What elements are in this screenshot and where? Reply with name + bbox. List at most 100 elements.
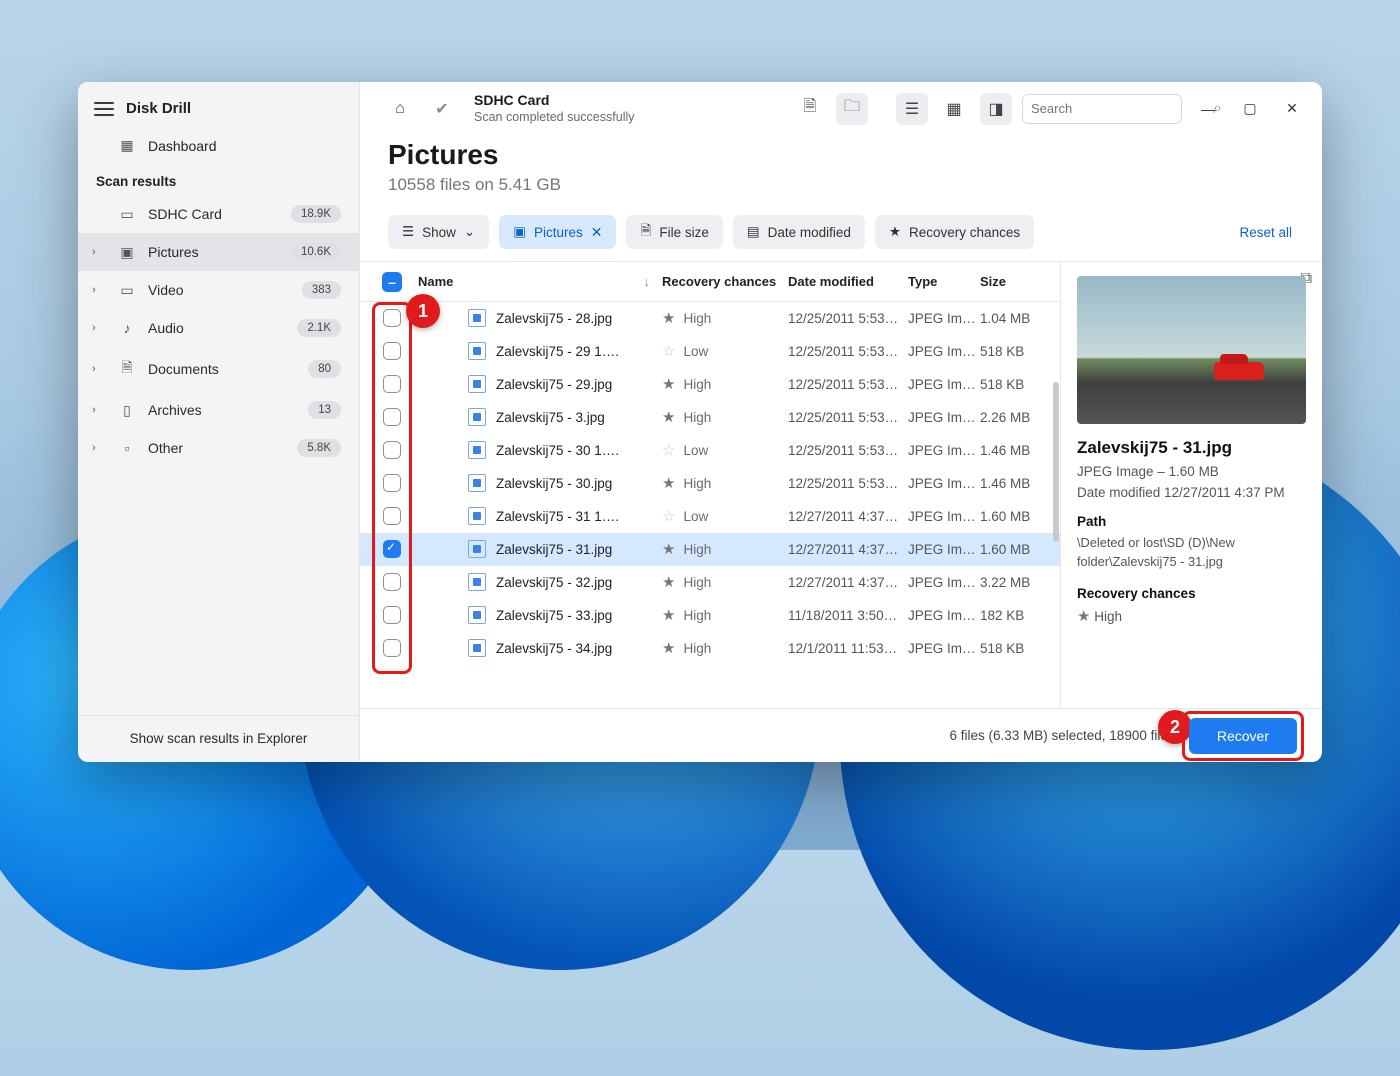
- recovery-value: High: [683, 608, 711, 623]
- close-button[interactable]: ✕: [1276, 95, 1308, 123]
- table-row[interactable]: Zalevskij75 - 34.jpg★High12/1/2011 11:53…: [360, 632, 1060, 665]
- count-badge: 18.9K: [291, 205, 341, 223]
- file-size: 1.04 MB: [980, 311, 1054, 326]
- sidebar-item-video[interactable]: ›▭Video383: [78, 271, 359, 309]
- table-row[interactable]: Zalevskij75 - 30.jpg★High12/25/2011 5:53…: [360, 467, 1060, 500]
- file-name: Zalevskij75 - 30 1….: [496, 443, 619, 458]
- col-date[interactable]: Date modified: [788, 274, 908, 289]
- table-row[interactable]: Zalevskij75 - 31 1….☆Low12/27/2011 4:37……: [360, 500, 1060, 533]
- table-row[interactable]: Zalevskij75 - 3.jpg★High12/25/2011 5:53……: [360, 401, 1060, 434]
- show-filter[interactable]: ☰ Show ⌄: [388, 215, 489, 249]
- search-input[interactable]: [1031, 101, 1207, 116]
- table-row[interactable]: Zalevskij75 - 30 1….☆Low12/25/2011 5:53……: [360, 434, 1060, 467]
- table-row[interactable]: Zalevskij75 - 29 1….☆Low12/25/2011 5:53……: [360, 335, 1060, 368]
- maximize-button[interactable]: ▢: [1234, 95, 1266, 123]
- jpeg-file-icon: [468, 408, 486, 426]
- sidebar-item-audio[interactable]: ›♪Audio2.1K: [78, 309, 359, 347]
- file-size: 182 KB: [980, 608, 1054, 623]
- row-checkbox[interactable]: [383, 639, 401, 657]
- file-icon[interactable]: 🗎: [794, 93, 826, 125]
- star-icon: ★: [662, 540, 675, 558]
- chevron-right-icon: ›: [92, 363, 96, 375]
- master-checkbox[interactable]: –: [382, 272, 402, 292]
- sort-icon[interactable]: ↓: [644, 274, 651, 289]
- pictures-filter[interactable]: ▣ Pictures ✕: [499, 215, 616, 249]
- annotation-badge-1: 1: [406, 294, 440, 328]
- file-size: 518 KB: [980, 344, 1054, 359]
- selection-status: 6 files (6.33 MB) selected, 18900 file: [949, 728, 1167, 743]
- recovery-filter[interactable]: ★ Recovery chances: [875, 215, 1034, 249]
- date-modified: 12/25/2011 5:53…: [788, 410, 908, 425]
- details-panel: ⧉ Zalevskij75 - 31.jpg JPEG Image – 1.60…: [1060, 262, 1322, 708]
- sidebar-item-other[interactable]: ›▫Other5.8K: [78, 429, 359, 467]
- row-checkbox[interactable]: [383, 540, 401, 558]
- sidebar-item-documents[interactable]: ›🗎Documents80: [78, 347, 359, 391]
- date-modified: 12/25/2011 5:53…: [788, 377, 908, 392]
- row-checkbox[interactable]: [383, 375, 401, 393]
- check-icon: ✔: [426, 93, 458, 125]
- menu-icon[interactable]: [94, 102, 114, 116]
- count-badge: 5.8K: [297, 439, 341, 457]
- row-checkbox[interactable]: [383, 573, 401, 591]
- sidebar-item-dashboard[interactable]: ▦ Dashboard: [78, 127, 359, 164]
- recover-button[interactable]: Recover: [1189, 718, 1297, 754]
- row-checkbox[interactable]: [383, 474, 401, 492]
- panel-view-icon[interactable]: ◨: [980, 93, 1012, 125]
- annotation-box-2: Recover: [1182, 711, 1304, 761]
- list-view-icon[interactable]: ☰: [896, 93, 928, 125]
- col-recovery[interactable]: Recovery chances: [662, 274, 788, 289]
- row-checkbox[interactable]: [383, 408, 401, 426]
- audio-icon: ♪: [118, 320, 136, 336]
- col-size[interactable]: Size: [980, 274, 1054, 289]
- home-icon[interactable]: ⌂: [384, 93, 416, 125]
- grid-icon: ▦: [118, 137, 136, 154]
- count-badge: 2.1K: [297, 319, 341, 337]
- date-modified: 12/25/2011 5:53…: [788, 344, 908, 359]
- footer-bar: 6 files (6.33 MB) selected, 18900 file 2…: [360, 708, 1322, 762]
- sidebar-item-label: Other: [148, 440, 183, 456]
- col-type[interactable]: Type: [908, 274, 980, 289]
- details-rc-value: ★ High: [1077, 607, 1306, 625]
- sidebar-section-label: Scan results: [78, 164, 359, 195]
- table-row[interactable]: Zalevskij75 - 32.jpg★High12/27/2011 4:37…: [360, 566, 1060, 599]
- table-row[interactable]: Zalevskij75 - 33.jpg★High11/18/2011 3:50…: [360, 599, 1060, 632]
- row-checkbox[interactable]: [383, 342, 401, 360]
- image-icon: ▣: [118, 244, 136, 261]
- jpeg-file-icon: [468, 441, 486, 459]
- col-name[interactable]: Name: [418, 274, 453, 289]
- table-row[interactable]: Zalevskij75 - 28.jpg★High12/25/2011 5:53…: [360, 302, 1060, 335]
- clear-filter-icon[interactable]: ✕: [591, 224, 603, 241]
- row-checkbox[interactable]: [383, 507, 401, 525]
- file-type: JPEG Im…: [908, 476, 980, 491]
- scrollbar-thumb[interactable]: [1053, 382, 1059, 542]
- details-path: \Deleted or lost\SD (D)\New folder\Zalev…: [1077, 533, 1306, 571]
- file-name: Zalevskij75 - 31.jpg: [496, 542, 612, 557]
- date-filter[interactable]: ▤ Date modified: [733, 215, 865, 249]
- drive-icon: ▭: [118, 206, 136, 223]
- search-box[interactable]: ⌕: [1022, 94, 1182, 124]
- grid-view-icon[interactable]: ▦: [938, 93, 970, 125]
- table-row[interactable]: Zalevskij75 - 29.jpg★High12/25/2011 5:53…: [360, 368, 1060, 401]
- minimize-button[interactable]: —: [1192, 95, 1224, 123]
- jpeg-file-icon: [468, 474, 486, 492]
- star-icon: ☆: [662, 507, 675, 525]
- row-checkbox[interactable]: [383, 309, 401, 327]
- folder-icon[interactable]: 🗀: [836, 93, 868, 125]
- sidebar-item-pictures[interactable]: ›▣Pictures10.6K: [78, 233, 359, 271]
- file-type: JPEG Im…: [908, 641, 980, 656]
- file-type: JPEG Im…: [908, 575, 980, 590]
- sidebar-item-archives[interactable]: ›▯Archives13: [78, 391, 359, 429]
- app-title: Disk Drill: [126, 100, 191, 117]
- reset-all-link[interactable]: Reset all: [1239, 225, 1294, 240]
- jpeg-file-icon: [468, 540, 486, 558]
- doc-icon: 🗎: [118, 357, 136, 381]
- table-row[interactable]: Zalevskij75 - 31.jpg★High12/27/2011 4:37…: [360, 533, 1060, 566]
- row-checkbox[interactable]: [383, 606, 401, 624]
- row-checkbox[interactable]: [383, 441, 401, 459]
- recovery-value: High: [683, 377, 711, 392]
- show-in-explorer-link[interactable]: Show scan results in Explorer: [130, 731, 308, 746]
- sidebar-item-sdhc-card[interactable]: ▭SDHC Card18.9K: [78, 195, 359, 233]
- filesize-filter[interactable]: 🗎 File size: [626, 215, 722, 249]
- sidebar-item-label: Audio: [148, 320, 184, 336]
- topbar: ⌂ ✔ SDHC Card Scan completed successfull…: [360, 82, 1322, 125]
